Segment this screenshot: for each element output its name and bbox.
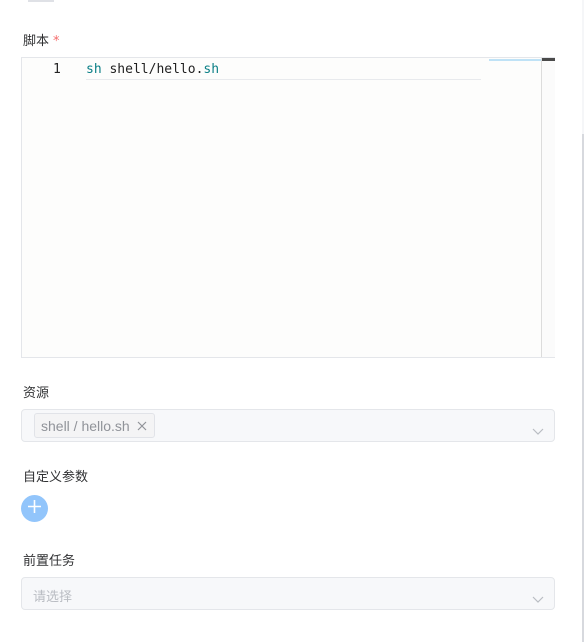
- minimap-highlight: [489, 59, 541, 61]
- chevron-down-icon[interactable]: [532, 421, 544, 435]
- top-fragment: [28, 0, 54, 2]
- resource-select[interactable]: shell / hello.sh: [21, 409, 555, 442]
- selected-resource-text: shell / hello.sh: [41, 417, 130, 434]
- add-param-button[interactable]: [21, 495, 48, 522]
- code-token-keyword: sh: [86, 62, 102, 77]
- line-number: 1: [53, 62, 61, 77]
- resource-label: 资源: [23, 386, 50, 401]
- script-label-text: 脚本: [23, 34, 50, 49]
- editor-scrollbar[interactable]: [541, 58, 555, 357]
- custom-params-label: 自定义参数: [23, 470, 89, 485]
- chevron-down-icon[interactable]: [532, 589, 544, 603]
- pre-task-placeholder: 请选择: [33, 589, 73, 604]
- editor-scrollbar-thumb[interactable]: [542, 58, 555, 61]
- pre-task-select[interactable]: 请选择: [21, 577, 555, 610]
- code-editor[interactable]: 1 sh shell/hello.sh: [21, 57, 555, 358]
- code-token-path: shell/hello.: [101, 62, 204, 77]
- close-icon[interactable]: [136, 420, 148, 432]
- pre-task-label: 前置任务: [23, 554, 76, 569]
- selected-resource-tag: shell / hello.sh: [34, 413, 155, 438]
- required-mark: *: [53, 34, 60, 49]
- plus-icon: [27, 499, 42, 518]
- code-token-extension: sh: [203, 62, 220, 77]
- script-label: 脚本 *: [23, 34, 60, 50]
- code-line[interactable]: sh shell/hello.sh: [86, 61, 481, 80]
